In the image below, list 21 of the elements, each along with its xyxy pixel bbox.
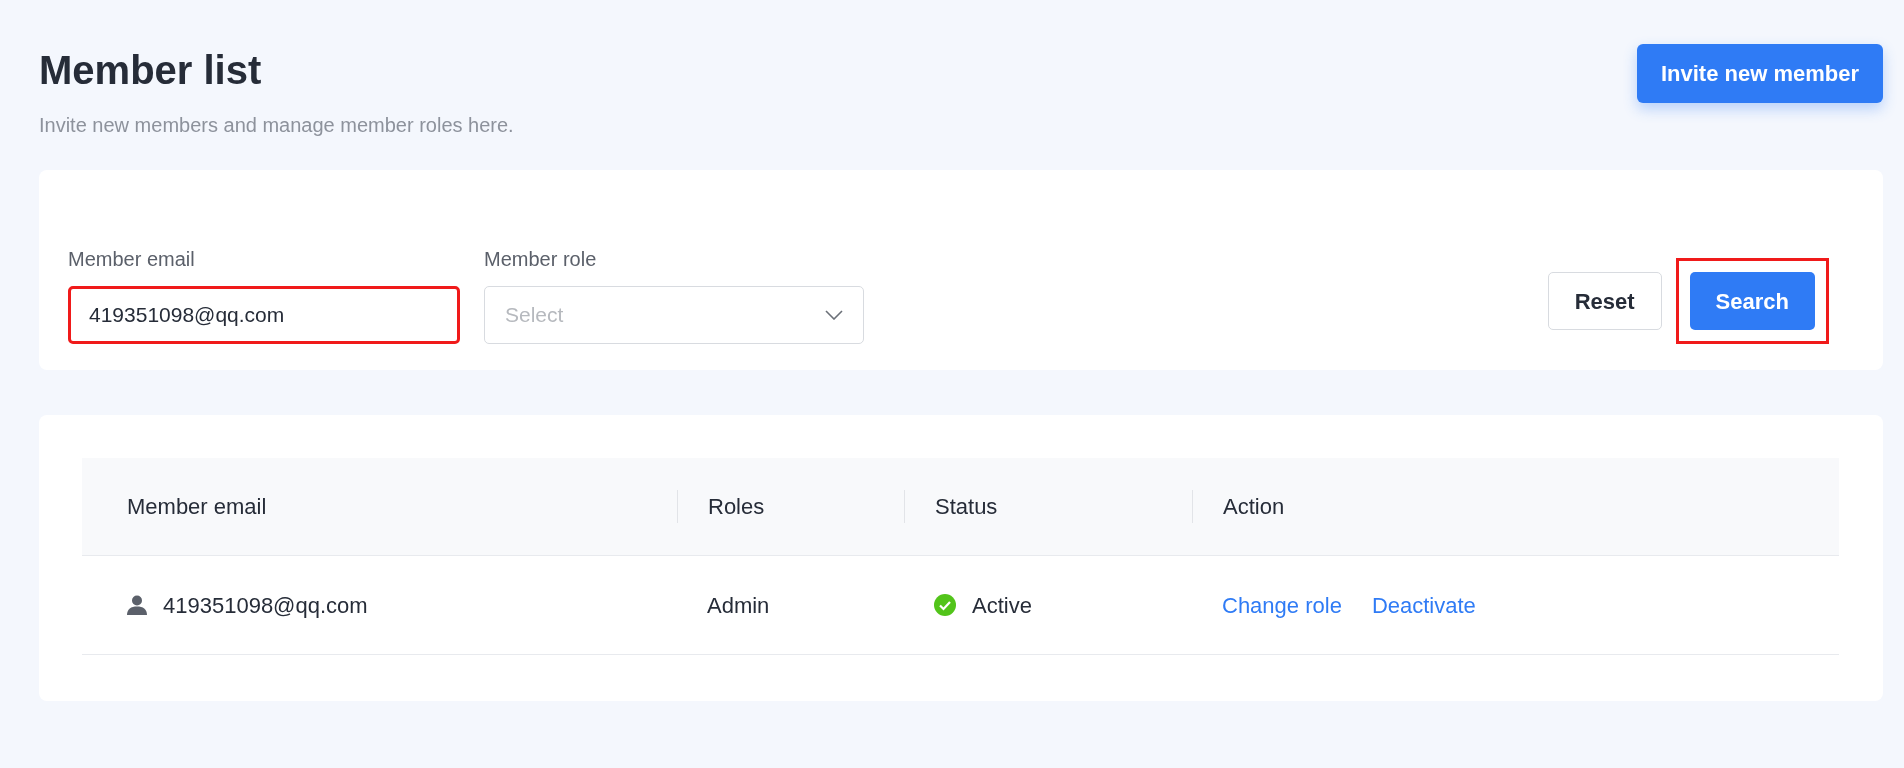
user-icon (127, 595, 147, 615)
email-cell-text: 419351098@qq.com (163, 591, 368, 620)
page-subtitle: Invite new members and manage member roles here. (39, 113, 514, 138)
action-link[interactable]: Change role (1222, 592, 1342, 618)
invite-button[interactable]: Invite new member (1636, 44, 1883, 103)
field-label: Member role (484, 247, 597, 272)
action-link[interactable]: Deactivate (1371, 592, 1476, 618)
email-input[interactable]: 419351098@qq.com (68, 286, 460, 344)
select-placeholder: Select (505, 302, 564, 329)
column-header: Member email (127, 494, 267, 519)
reset-button[interactable]: Reset (1547, 272, 1662, 330)
chevron-down-icon (825, 310, 843, 320)
role-select[interactable]: Select (484, 286, 864, 344)
role-cell: Admin (707, 592, 770, 618)
page-title: Member list (39, 47, 263, 94)
field-label: Member email (68, 247, 195, 272)
column-header: Action (1223, 494, 1285, 519)
status-cell-text: Active (972, 591, 1032, 620)
search-button[interactable]: Search (1689, 272, 1815, 330)
column-header: Roles (708, 494, 765, 519)
column-header: Status (935, 494, 998, 519)
